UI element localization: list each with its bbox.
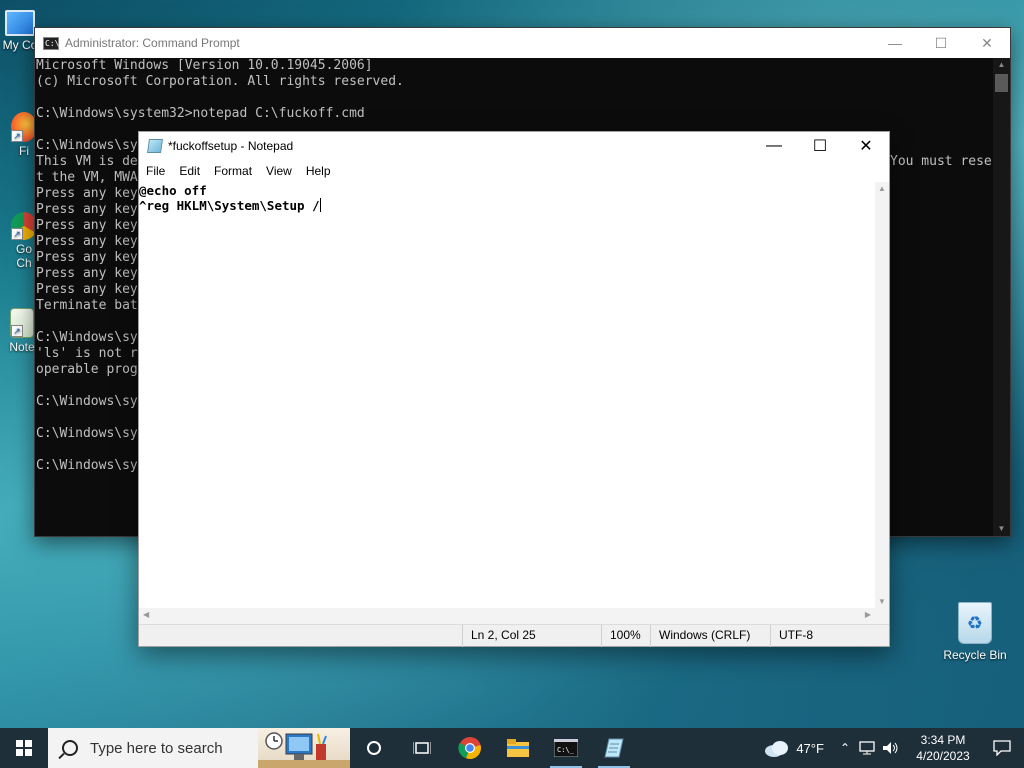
task-view-icon-button[interactable] <box>398 728 446 768</box>
notepad-status-bar: Ln 2, Col 25 100% Windows (CRLF) UTF-8 <box>139 624 891 647</box>
status-cursor-position: Ln 2, Col 25 <box>462 625 602 647</box>
search-placeholder: Type here to search <box>90 739 223 757</box>
svg-text:C:\_: C:\_ <box>557 746 575 754</box>
notepad-window-title: *fuckoffsetup - Notepad <box>168 139 294 153</box>
menu-edit[interactable]: Edit <box>172 164 207 178</box>
taskbar: Type here to search C:\_ 47°F ⌃ 3:34 PM … <box>0 728 1024 768</box>
desktop-icon-recycle-bin[interactable]: Recycle Bin <box>940 602 1010 662</box>
clock-date: 4/20/2023 <box>916 749 970 763</box>
notepad-menu-bar: File Edit Format View Help <box>139 160 889 182</box>
cmd-overflow-text: You must rese <box>890 154 992 169</box>
windows-logo-icon <box>16 740 32 756</box>
text-line-2: ^reg HKLM\System\Setup / <box>139 198 875 213</box>
shortcut-arrow-icon: ↗ <box>11 228 23 240</box>
chrome-icon <box>458 737 481 760</box>
search-icon <box>62 740 78 756</box>
chevron-up-icon[interactable]: ⌃ <box>840 741 850 755</box>
volume-icon[interactable] <box>882 741 900 755</box>
notepad-close-button[interactable]: ✕ <box>843 131 889 161</box>
scroll-up-icon[interactable]: ▲ <box>875 184 889 193</box>
cmd-title-bar[interactable]: C:\ Administrator: Command Prompt — ☐ ✕ <box>35 28 1010 58</box>
scroll-up-icon[interactable]: ▲ <box>993 58 1010 72</box>
cmd-close-button[interactable]: ✕ <box>964 28 1010 58</box>
notepad-minimize-button[interactable]: — <box>751 131 797 161</box>
text-line-2-content: ^reg HKLM\System\Setup / <box>139 198 320 213</box>
cmd-output-line: (c) Microsoft Corporation. All rights re… <box>36 74 404 89</box>
desktop-icon-label: Note <box>9 340 35 354</box>
notepad-icon: ↗ <box>10 308 34 338</box>
scrollbar-corner <box>875 608 889 624</box>
scroll-left-icon[interactable]: ◀ <box>143 610 149 619</box>
menu-view[interactable]: View <box>259 164 299 178</box>
text-line-1: @echo off <box>139 183 207 198</box>
scroll-down-icon[interactable]: ▼ <box>993 522 1010 536</box>
status-encoding: UTF-8 <box>770 625 891 647</box>
recycle-bin-icon <box>958 602 992 644</box>
taskbar-chrome[interactable] <box>446 728 494 768</box>
taskbar-file-explorer[interactable] <box>494 728 542 768</box>
folder-icon <box>507 739 529 757</box>
menu-help[interactable]: Help <box>299 164 338 178</box>
weather-cloud-icon[interactable] <box>764 739 790 757</box>
desktop-icon-label: Fi <box>19 144 29 158</box>
network-icon[interactable] <box>858 741 876 755</box>
cmd-window-title: Administrator: Command Prompt <box>65 36 240 50</box>
search-highlight-illustration <box>258 728 350 768</box>
task-view-icon <box>413 742 431 754</box>
cmd-scrollbar[interactable]: ▲ ▼ <box>993 58 1010 536</box>
cmd-minimize-button[interactable]: — <box>872 28 918 58</box>
scroll-right-icon[interactable]: ▶ <box>865 610 871 619</box>
notepad-vertical-scrollbar[interactable]: ▲ ▼ <box>875 182 889 608</box>
cmd-scrollbar-thumb[interactable] <box>995 74 1008 92</box>
desktop-icon-label: My Co <box>2 38 38 52</box>
notepad-window[interactable]: *fuckoffsetup - Notepad — ☐ ✕ File Edit … <box>138 131 890 647</box>
notepad-maximize-button[interactable]: ☐ <box>797 131 843 161</box>
terminal-icon: C:\_ <box>554 739 578 757</box>
text-caret <box>319 198 321 212</box>
notepad-horizontal-scrollbar[interactable]: ◀ ▶ <box>139 608 875 624</box>
cmd-output-line: Microsoft Windows [Version 10.0.19045.20… <box>36 58 373 73</box>
menu-format[interactable]: Format <box>207 164 259 178</box>
cmd-maximize-button[interactable]: ☐ <box>918 28 964 58</box>
action-center-button[interactable] <box>980 728 1024 768</box>
notepad-app-icon <box>147 139 163 153</box>
status-line-ending: Windows (CRLF) <box>650 625 770 647</box>
cmd-output-line <box>36 90 993 106</box>
weather-temperature[interactable]: 47°F <box>796 741 824 756</box>
status-zoom: 100% <box>601 625 651 647</box>
taskbar-search-box[interactable]: Type here to search <box>48 728 350 768</box>
cortana-circle-icon <box>367 741 381 755</box>
taskbar-notepad[interactable] <box>590 728 638 768</box>
shortcut-arrow-icon: ↗ <box>11 130 23 142</box>
notepad-icon <box>604 738 624 758</box>
taskbar-clock[interactable]: 3:34 PM 4/20/2023 <box>906 732 980 764</box>
notepad-text-area[interactable]: @echo off ^reg HKLM\System\Setup / <box>139 182 875 608</box>
monitor-icon <box>5 10 35 36</box>
notification-icon <box>993 740 1011 756</box>
clock-time: 3:34 PM <box>920 733 966 747</box>
start-button[interactable] <box>0 728 48 768</box>
shortcut-arrow-icon: ↗ <box>11 325 23 337</box>
recycle-bin-label: Recycle Bin <box>943 648 1007 662</box>
taskbar-command-prompt[interactable]: C:\_ <box>542 728 590 768</box>
system-tray: 47°F ⌃ 3:34 PM 4/20/2023 <box>764 728 1024 768</box>
task-view-button[interactable] <box>350 728 398 768</box>
menu-file[interactable]: File <box>139 164 172 178</box>
scroll-down-icon[interactable]: ▼ <box>875 597 889 606</box>
cmd-icon: C:\ <box>43 36 60 50</box>
notepad-title-bar[interactable]: *fuckoffsetup - Notepad — ☐ ✕ <box>139 132 889 160</box>
cmd-output-line: C:\Windows\system32>notepad C:\fuckoff.c… <box>36 106 365 121</box>
